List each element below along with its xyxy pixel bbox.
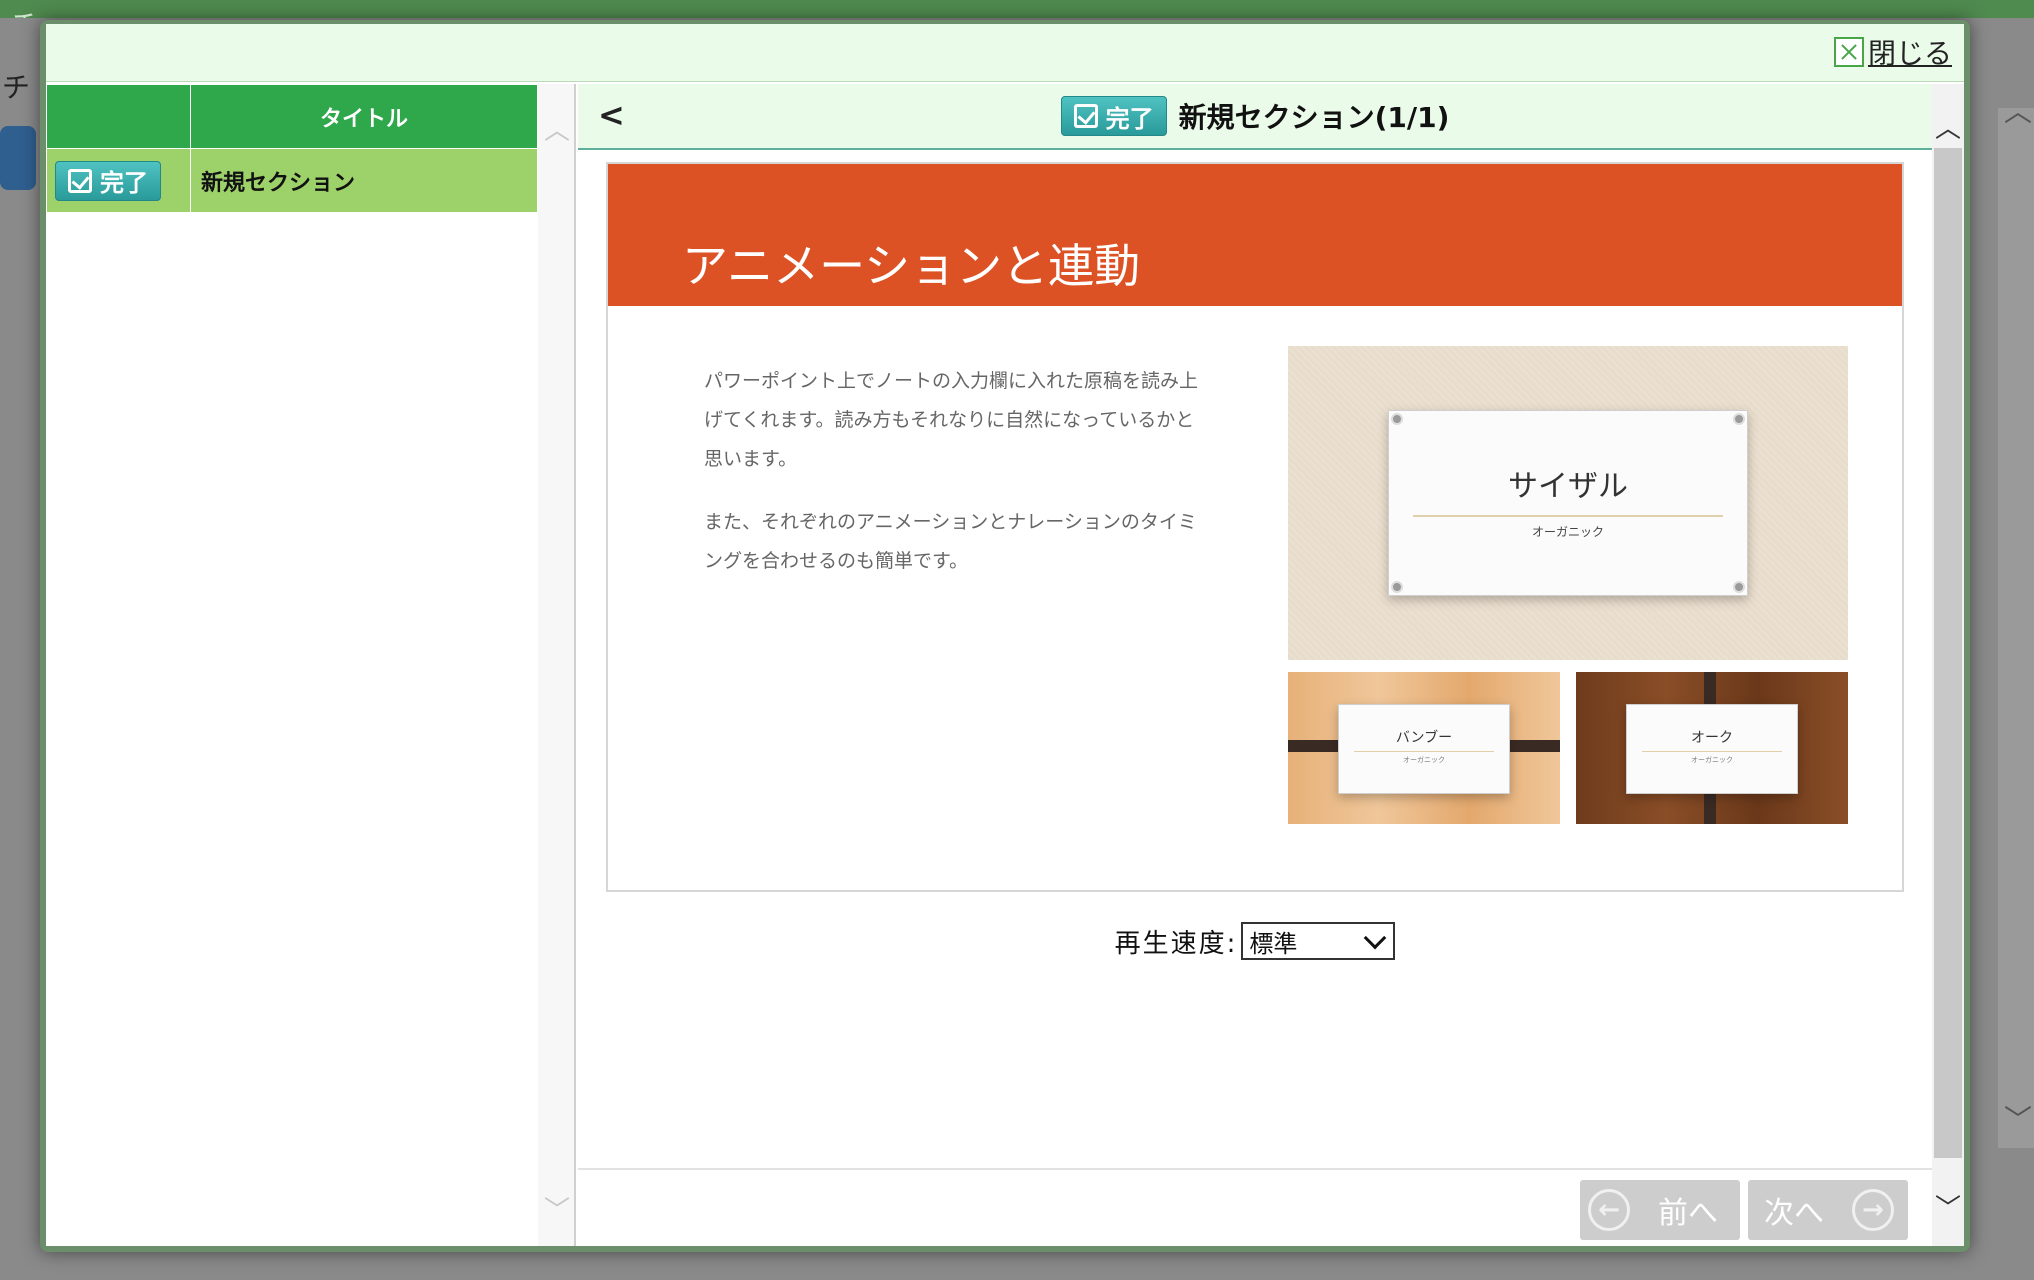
toc-row-title[interactable]: 新規セクション (190, 148, 538, 213)
pin-icon (1733, 413, 1745, 425)
background-app-titlebar: チ (0, 0, 2034, 42)
pin-icon (1733, 581, 1745, 593)
check-icon (68, 168, 92, 193)
slide-title: アニメーションと連動 (682, 239, 1141, 293)
slide-paragraph: また、それぞれのアニメーションとナレーションのタイミングを合わせるのも簡単です。 (704, 511, 1197, 572)
background-scroll-up-icon: ︿ (2004, 95, 2033, 128)
playback-speed-label: 再生速度: (1114, 928, 1238, 959)
chevron-up-icon[interactable]: ︿ (538, 110, 576, 147)
modal-dialog: 閉じる タイトル 完了 新規セクション ︿ ﹀ < 完了 新規セクション(1/1… (40, 20, 1970, 1252)
playback-speed-select[interactable]: 標準 (1241, 922, 1396, 960)
theme-card-oak: オーク オーガニック (1626, 704, 1798, 794)
scrollbar-thumb[interactable] (1934, 148, 1962, 1158)
theme-card-bamboo: バンブー オーガニック (1338, 704, 1510, 794)
close-icon (1833, 37, 1864, 67)
toc-header-row: タイトル (46, 84, 538, 149)
background-scroll-down-icon: ﹀ (2004, 1103, 2033, 1136)
card-divider (1354, 751, 1494, 752)
section-header: < 完了 新規セクション(1/1) (578, 84, 1932, 150)
section-done-badge: 完了 (1060, 96, 1167, 136)
background-app-button (0, 126, 36, 190)
slide-title-bar: アニメーションと連動 (608, 164, 1902, 306)
prev-label: 前へ (1658, 1196, 1718, 1231)
done-badge-label: 完了 (100, 169, 148, 197)
playback-speed-row: 再生速度: 標準 (578, 922, 1932, 960)
chevron-down-icon (1364, 926, 1387, 950)
chevron-down-icon[interactable]: ﹀ (1932, 1188, 1964, 1225)
theme-card-subtitle: オーガニック (1403, 756, 1445, 764)
chevron-down-icon[interactable]: ﹀ (538, 1190, 576, 1227)
next-button[interactable]: 次へ → (1748, 1180, 1908, 1240)
slide-body-text: パワーポイント上でノートの入力欄に入れた原稿を読み上げてくれます。読み方もそれな… (704, 362, 1204, 605)
background-app-label: チ (2, 71, 31, 104)
toc-header-status (46, 84, 191, 149)
pin-icon (1391, 413, 1403, 425)
section-title: 新規セクション(1/1) (1178, 101, 1450, 134)
check-icon (1073, 104, 1098, 128)
theme-card-title: サイザル (1508, 469, 1628, 504)
strap (1704, 672, 1716, 708)
strap (1288, 740, 1344, 752)
back-button[interactable]: < (598, 96, 625, 134)
card-divider (1642, 751, 1782, 752)
toc-row[interactable]: 完了 新規セクション (46, 148, 538, 213)
toc-scrollbar[interactable]: ︿ ﹀ (538, 84, 576, 1246)
toc-panel: タイトル 完了 新規セクション ︿ ﹀ (46, 84, 576, 1246)
close-button[interactable]: 閉じる (1833, 32, 1952, 72)
toc-table: タイトル 完了 新規セクション (46, 84, 538, 213)
close-label: 閉じる (1867, 37, 1952, 70)
theme-card-subtitle: オーガニック (1691, 756, 1733, 764)
content-scrollbar[interactable]: ︿ ﹀ (1932, 84, 1964, 1246)
done-badge: 完了 (55, 160, 161, 201)
next-label: 次へ (1764, 1196, 1824, 1231)
playback-speed-value: 標準 (1249, 929, 1298, 958)
toc-row-status: 完了 (46, 148, 191, 213)
theme-card-title: オーク (1691, 730, 1733, 746)
theme-card-sisal: サイザル オーガニック (1388, 410, 1748, 596)
section-done-label: 完了 (1105, 104, 1154, 133)
card-divider (1413, 515, 1723, 517)
theme-image-bamboo: バンブー オーガニック (1288, 672, 1560, 824)
strap (1504, 740, 1560, 752)
prev-button[interactable]: ← 前へ (1580, 1180, 1740, 1240)
background-scrollbar (1998, 108, 2034, 1148)
footer-divider (578, 1168, 1932, 1170)
modal-content: 閉じる タイトル 完了 新規セクション ︿ ﹀ < 完了 新規セクション(1/1… (46, 24, 1964, 1246)
theme-image-oak: オーク オーガニック (1576, 672, 1848, 824)
content-panel: < 完了 新規セクション(1/1) アニメーションと連動 パワーポイント上でノー… (578, 84, 1964, 1246)
toc-header-title: タイトル (190, 84, 538, 149)
theme-card-title: バンブー (1395, 730, 1453, 746)
arrow-left-icon: ← (1588, 1189, 1630, 1231)
modal-header: 閉じる (46, 24, 1964, 82)
arrow-right-icon: → (1852, 1189, 1894, 1231)
theme-card-subtitle: オーガニック (1531, 525, 1604, 539)
theme-image-sisal: サイザル オーガニック (1288, 346, 1848, 660)
pin-icon (1391, 581, 1403, 593)
slide-paragraph: パワーポイント上でノートの入力欄に入れた原稿を読み上げてくれます。読み方もそれな… (704, 370, 1199, 470)
chevron-up-icon[interactable]: ︿ (1932, 108, 1964, 145)
slide: アニメーションと連動 パワーポイント上でノートの入力欄に入れた原稿を読み上げてく… (606, 162, 1904, 892)
